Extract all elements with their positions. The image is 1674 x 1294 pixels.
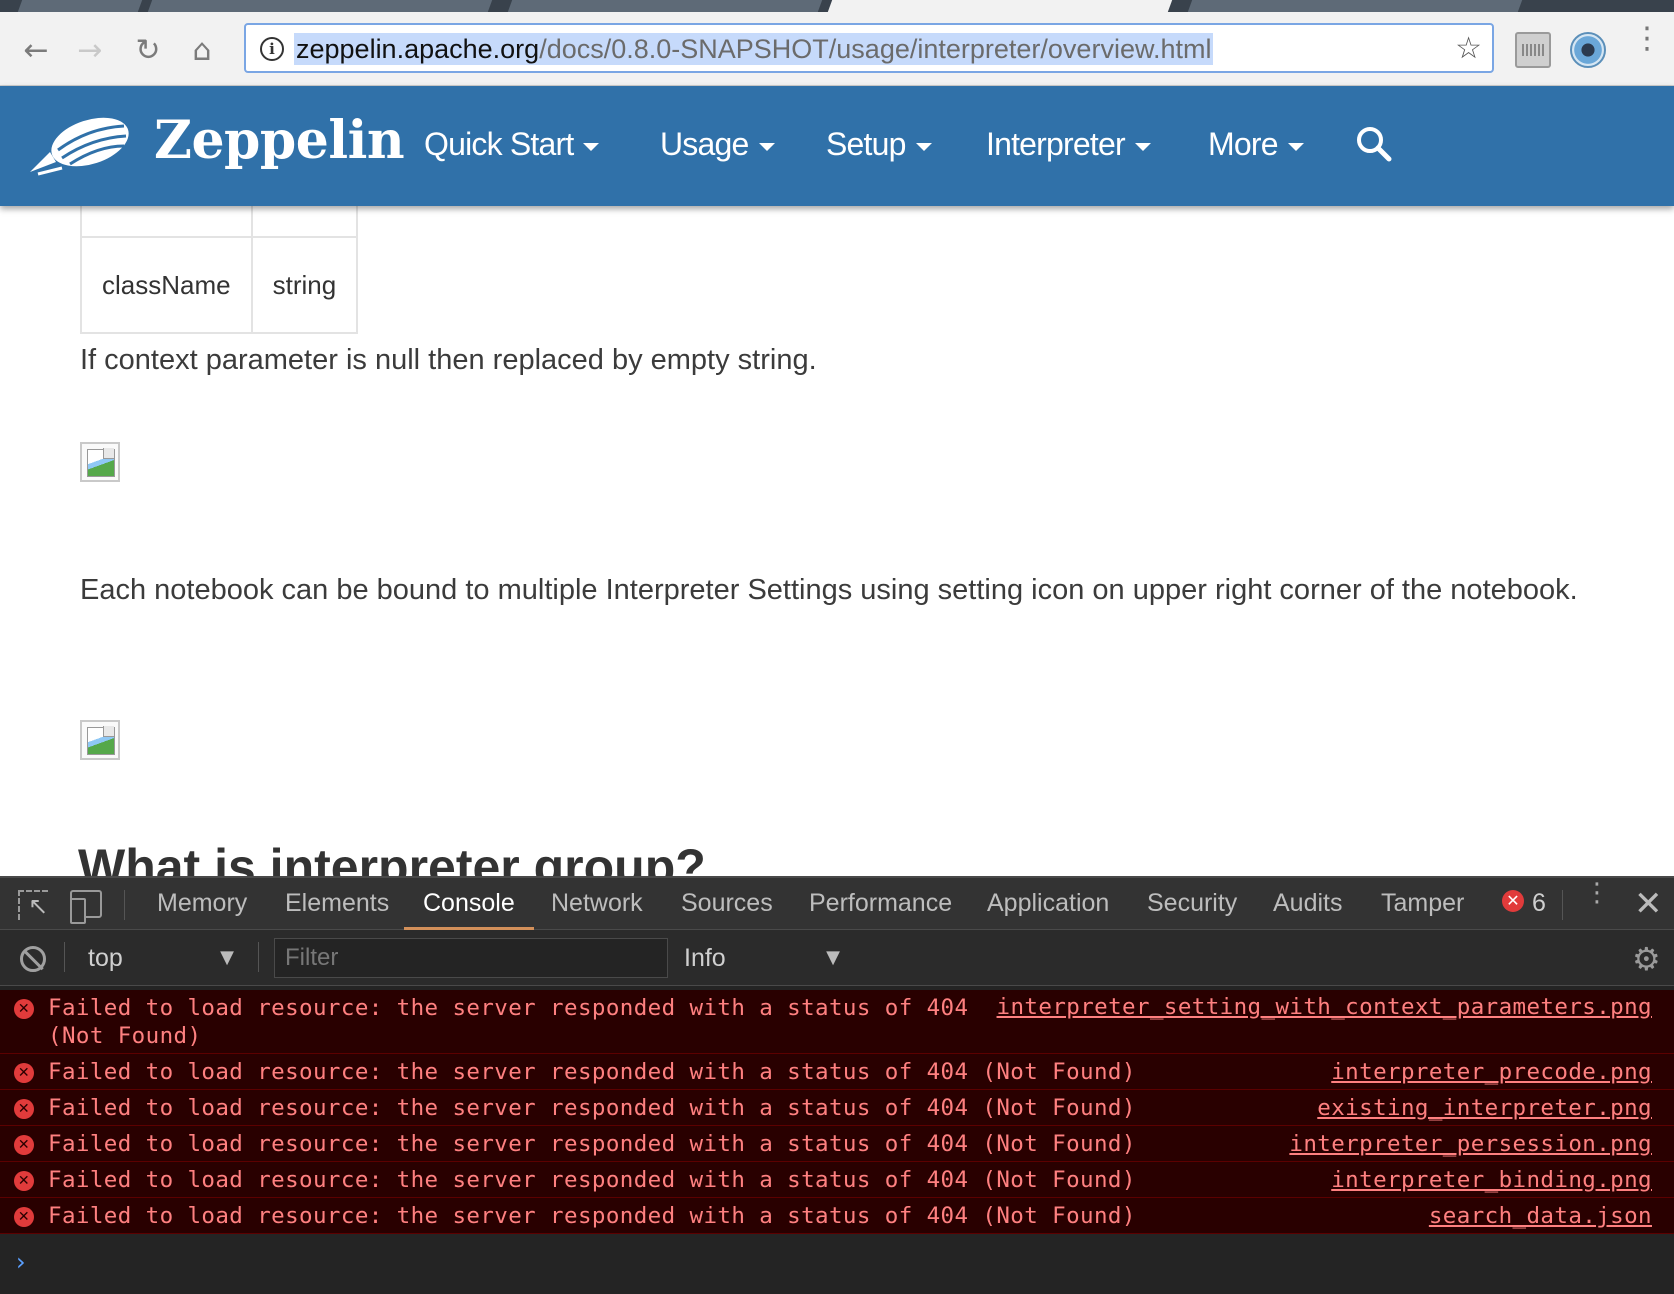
- tab-sources[interactable]: Sources: [681, 878, 773, 930]
- tab-audits[interactable]: Audits: [1273, 878, 1342, 930]
- parameters-table: className string: [80, 206, 359, 334]
- console-messages: ✕ Failed to load resource: the server re…: [0, 990, 1674, 1234]
- eye-extension-icon[interactable]: [1570, 32, 1606, 68]
- divider: [124, 890, 125, 920]
- context-selector[interactable]: top ▼: [72, 938, 242, 978]
- broken-image-icon: [80, 720, 120, 760]
- search-icon[interactable]: [1354, 124, 1394, 164]
- dropdown-arrow-icon: ▼: [220, 947, 234, 968]
- device-toolbar-icon[interactable]: [70, 890, 102, 924]
- source-link[interactable]: interpreter_persession.png: [1289, 1130, 1652, 1158]
- nav-setup[interactable]: Setup: [826, 126, 932, 163]
- browser-tab-strip: [0, 0, 1674, 12]
- forward-arrow-icon[interactable]: →: [70, 30, 110, 70]
- nav-more[interactable]: More: [1208, 126, 1304, 163]
- gear-icon[interactable]: ⚙: [1632, 940, 1661, 978]
- browser-tab[interactable]: [1187, 0, 1523, 12]
- tab-memory[interactable]: Memory: [157, 878, 247, 930]
- more-options-icon[interactable]: ⋮: [1584, 880, 1610, 906]
- console-prompt-icon[interactable]: ›: [16, 1248, 26, 1276]
- browser-tab[interactable]: [17, 0, 143, 12]
- table-row: [80, 206, 359, 238]
- close-icon[interactable]: ✕: [1634, 884, 1663, 924]
- error-icon: ✕: [14, 1171, 34, 1191]
- divider: [258, 942, 259, 972]
- tab-tamper[interactable]: Tamper: [1381, 878, 1464, 930]
- devtools-panel: Memory Elements Console Network Sources …: [0, 876, 1674, 1294]
- url-text[interactable]: zeppelin.apache.org/docs/0.8.0-SNAPSHOT/…: [294, 33, 1214, 65]
- caret-down-icon: [1287, 142, 1304, 151]
- divider: [1562, 890, 1563, 920]
- broken-image-icon: [80, 442, 120, 482]
- home-icon[interactable]: ⌂: [182, 30, 222, 70]
- paragraph-notebook-binding: Each notebook can be bound to multiple I…: [80, 574, 1578, 606]
- tab-security[interactable]: Security: [1147, 878, 1237, 930]
- table-row: className string: [80, 236, 359, 334]
- reload-icon[interactable]: ↻: [128, 30, 168, 70]
- site-navbar: Zeppelin Quick Start Usage Setup Interpr…: [0, 86, 1674, 206]
- caret-down-icon: [758, 142, 775, 151]
- source-link[interactable]: interpreter_precode.png: [1331, 1058, 1652, 1086]
- nav-interpreter[interactable]: Interpreter: [986, 126, 1151, 163]
- console-error-message: ✕ search_data.json Failed to load resourc…: [0, 1198, 1674, 1234]
- inspect-element-icon[interactable]: [18, 890, 48, 920]
- address-bar[interactable]: i zeppelin.apache.org/docs/0.8.0-SNAPSHO…: [244, 23, 1494, 73]
- browser-tab-active[interactable]: [827, 0, 1173, 12]
- caret-down-icon: [583, 142, 600, 151]
- section-heading: What is interpreter group?: [78, 839, 706, 876]
- page-content: className string If context parameter is…: [0, 206, 1674, 876]
- divider: [64, 942, 65, 972]
- source-link[interactable]: interpreter_setting_with_context_paramet…: [997, 994, 1652, 1020]
- tab-performance[interactable]: Performance: [809, 878, 952, 930]
- table-cell: string: [250, 236, 359, 334]
- filter-input[interactable]: [274, 938, 668, 978]
- browser-menu-icon[interactable]: ⋮: [1632, 24, 1662, 70]
- error-icon: ✕: [14, 1063, 34, 1083]
- table-cell: [250, 206, 359, 238]
- table-cell: [80, 206, 253, 238]
- clear-console-icon[interactable]: [20, 946, 46, 972]
- error-count-icon[interactable]: ✕: [1502, 890, 1524, 912]
- zeppelin-logo-icon[interactable]: [28, 112, 132, 178]
- browser-toolbar: ← → ↻ ⌂ i zeppelin.apache.org/docs/0.8.0…: [0, 12, 1674, 86]
- console-filter-bar: top ▼ Info ▼ ⚙: [0, 930, 1674, 986]
- error-icon: ✕: [14, 1099, 34, 1119]
- console-error-message: ✕ interpreter_persession.png Failed to lo…: [0, 1126, 1674, 1162]
- source-link[interactable]: interpreter_binding.png: [1331, 1166, 1652, 1194]
- log-level-selector[interactable]: Info ▼: [684, 938, 840, 978]
- dropdown-arrow-icon: ▼: [826, 947, 840, 968]
- console-error-message: ✕ interpreter_precode.png Failed to load …: [0, 1054, 1674, 1090]
- browser-tab[interactable]: [507, 0, 823, 12]
- error-icon: ✕: [14, 1207, 34, 1227]
- table-cell: className: [80, 236, 253, 334]
- nav-quick-start[interactable]: Quick Start: [424, 126, 600, 163]
- caret-down-icon: [1134, 142, 1151, 151]
- source-link[interactable]: existing_interpreter.png: [1317, 1094, 1652, 1122]
- tab-console[interactable]: Console: [404, 878, 534, 930]
- brand-name[interactable]: Zeppelin: [154, 110, 405, 171]
- console-error-message: ✕ Failed to load resource: the server re…: [0, 990, 1674, 1054]
- source-link[interactable]: search_data.json: [1429, 1202, 1652, 1230]
- back-arrow-icon[interactable]: ←: [16, 30, 56, 70]
- tab-elements[interactable]: Elements: [285, 878, 389, 930]
- browser-tab[interactable]: [147, 0, 493, 12]
- tab-network[interactable]: Network: [551, 878, 643, 930]
- bookmark-star-icon[interactable]: ☆: [1455, 31, 1482, 66]
- tamper-chrome-extension-icon[interactable]: [1515, 32, 1551, 68]
- nav-usage[interactable]: Usage: [660, 126, 775, 163]
- devtools-tab-bar: Memory Elements Console Network Sources …: [0, 878, 1674, 930]
- error-icon: ✕: [14, 1135, 34, 1155]
- caret-down-icon: [915, 142, 932, 151]
- error-icon: ✕: [14, 999, 34, 1019]
- error-count[interactable]: 6: [1532, 878, 1546, 928]
- tab-application[interactable]: Application: [987, 878, 1109, 930]
- console-error-message: ✕ existing_interpreter.png Failed to load…: [0, 1090, 1674, 1126]
- console-error-message: ✕ interpreter_binding.png Failed to load …: [0, 1162, 1674, 1198]
- paragraph-context-null: If context parameter is null then replac…: [80, 344, 817, 376]
- info-icon[interactable]: i: [260, 37, 284, 61]
